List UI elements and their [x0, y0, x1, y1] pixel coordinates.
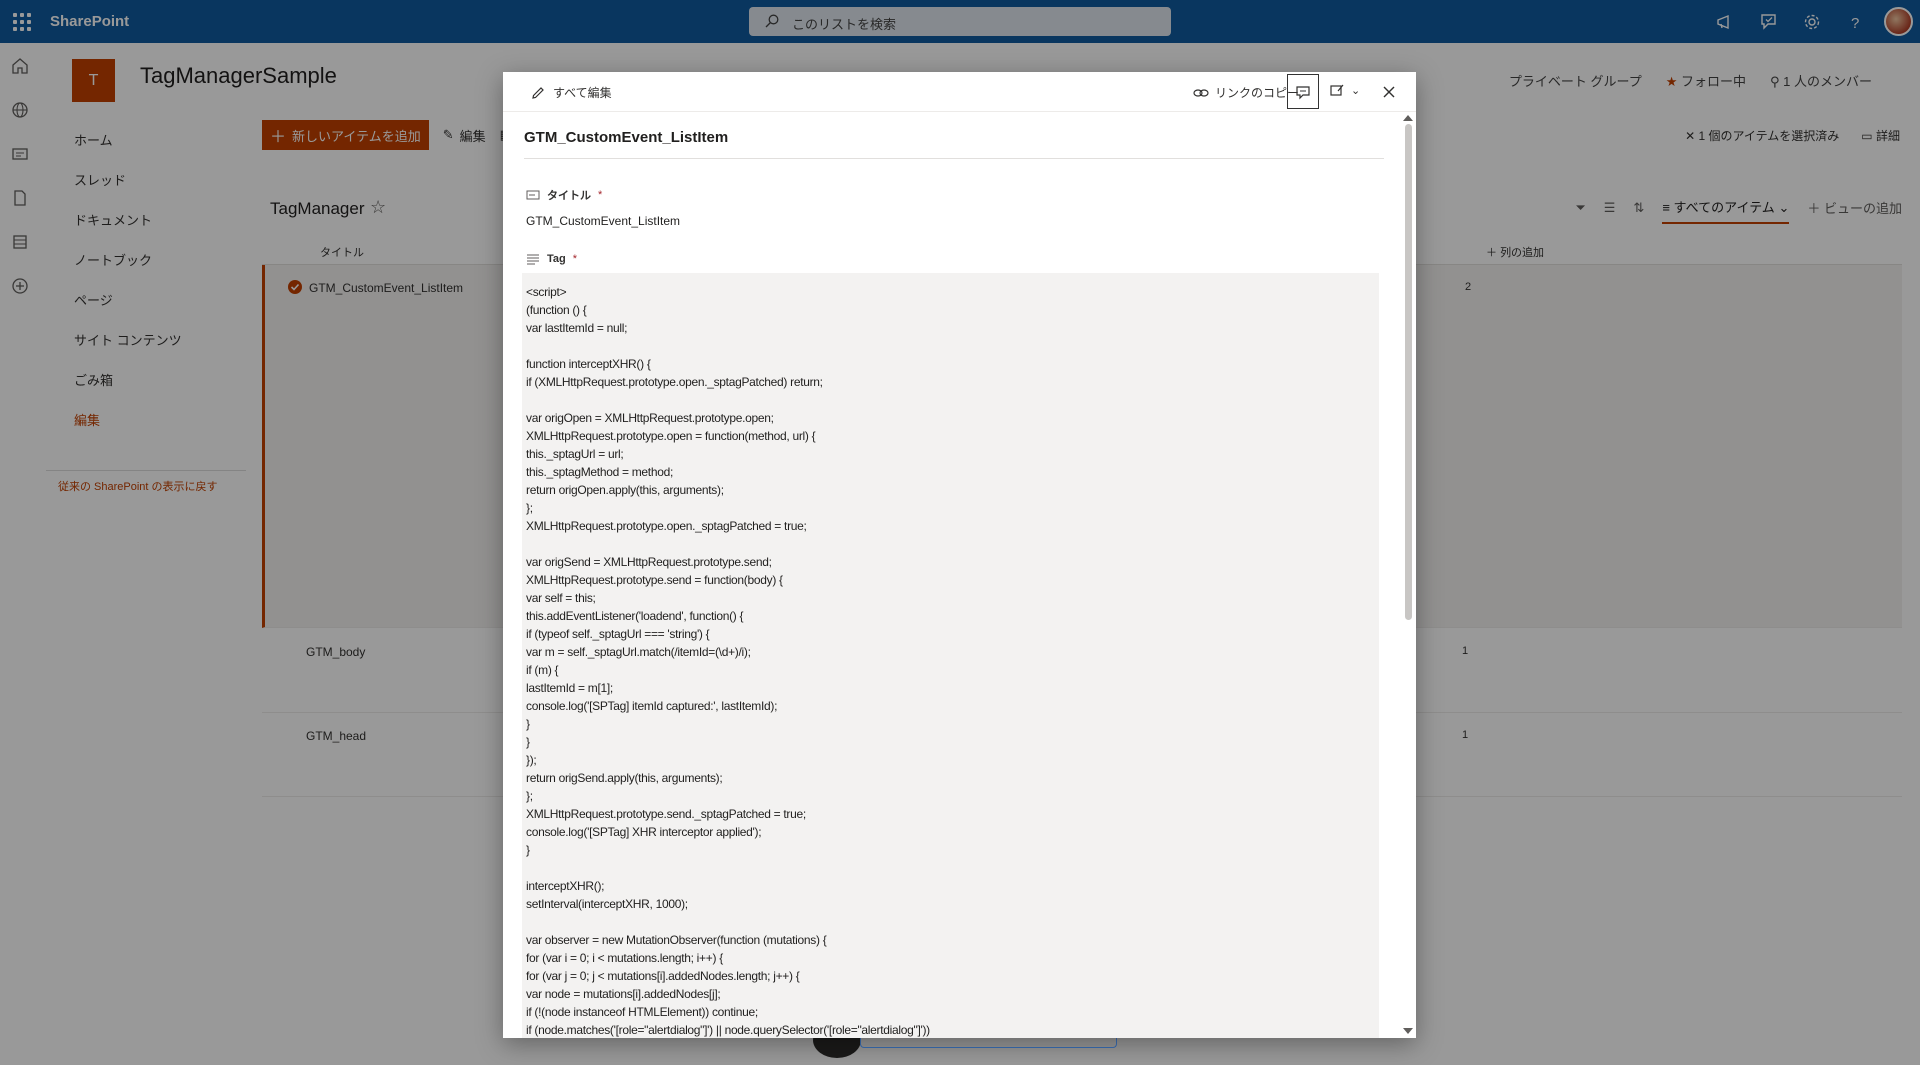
dialog-scrollbar[interactable] — [1400, 112, 1416, 1038]
comments-button[interactable] — [1287, 74, 1319, 109]
edit-all-label: すべて編集 — [553, 86, 612, 100]
item-detail-dialog: すべて編集 リンクのコピー ⌄ GTM_CustomEvent_ListItem… — [503, 72, 1416, 1038]
link-icon — [1193, 88, 1209, 97]
required-marker: * — [572, 253, 578, 265]
copy-link-button[interactable]: リンクのコピー — [1193, 84, 1299, 101]
item-title: GTM_CustomEvent_ListItem — [524, 129, 729, 146]
scroll-up-arrow-icon[interactable] — [1403, 115, 1413, 121]
dialog-toolbar: すべて編集 リンクのコピー ⌄ — [503, 72, 1416, 112]
multiline-text-icon — [527, 254, 539, 265]
field-tag-value[interactable]: <script> (function () { var lastItemId =… — [522, 273, 1379, 1038]
text-field-icon — [526, 190, 540, 200]
background-element — [860, 1038, 1117, 1048]
dialog-body: GTM_CustomEvent_ListItem タイトル * GTM_Custo… — [503, 112, 1400, 1038]
field-tag-label: Tag — [547, 253, 566, 265]
pencil-icon — [532, 86, 544, 99]
field-title-label: タイトル — [547, 190, 591, 202]
tag-code-text: <script> (function () { var lastItemId =… — [526, 285, 930, 1037]
edit-all-button[interactable]: すべて編集 — [531, 84, 612, 101]
form-edit-icon — [1330, 84, 1344, 96]
chevron-down-icon: ⌄ — [1351, 84, 1361, 97]
scroll-down-arrow-icon[interactable] — [1403, 1028, 1413, 1034]
field-title-value[interactable]: GTM_CustomEvent_ListItem — [526, 214, 680, 228]
field-title-label-row: タイトル * — [526, 187, 602, 203]
field-tag-label-row: Tag * — [526, 253, 577, 265]
close-icon[interactable] — [1379, 82, 1399, 102]
form-options-button[interactable]: ⌄ — [1329, 82, 1360, 98]
comment-icon — [1296, 85, 1310, 99]
required-marker: * — [598, 189, 603, 201]
scrollbar-thumb[interactable] — [1405, 124, 1412, 620]
title-divider — [524, 158, 1384, 159]
